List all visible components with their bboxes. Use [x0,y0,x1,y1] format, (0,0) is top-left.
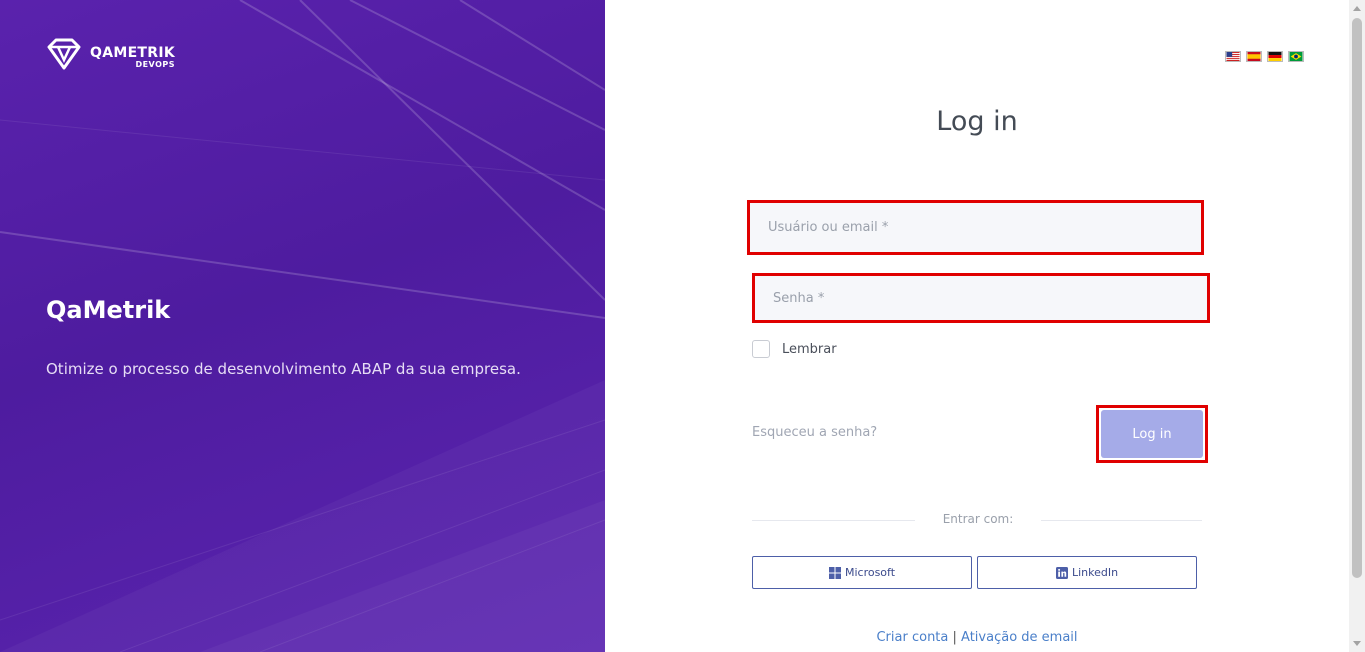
divider-line-left [752,520,915,521]
flag-br-icon[interactable] [1288,51,1304,62]
linkedin-login-button[interactable]: LinkedIn [977,556,1197,589]
forgot-password-link[interactable]: Esqueceu a senha? [752,425,877,440]
password-input[interactable] [755,276,1207,320]
microsoft-label: Microsoft [844,566,896,579]
login-button-wrapper: Log in [1096,405,1208,463]
language-selector [1225,51,1304,62]
background-lines-decoration [0,0,605,652]
username-field-wrapper [747,200,1204,255]
qametrik-logo: QAMETRIK DEVOPS [46,38,175,70]
linkedin-label: LinkedIn [1071,566,1119,579]
logo-subtitle: DEVOPS [135,60,176,69]
username-input[interactable] [750,203,1201,252]
social-divider-label: Entrar com: [942,512,1014,526]
linkedin-icon [1055,566,1068,579]
flag-es-icon[interactable] [1246,51,1262,62]
scroll-thumb[interactable] [1352,18,1362,578]
divider-line-right [1041,520,1202,521]
footer-separator: | [952,630,957,645]
logo-name: QAMETRIK [90,45,176,61]
password-field-wrapper [752,273,1210,323]
flag-de-icon[interactable] [1267,51,1283,62]
page-scrollbar[interactable] [1349,0,1365,652]
scroll-down-arrow-icon[interactable] [1353,641,1361,646]
microsoft-login-button[interactable]: Microsoft [752,556,972,589]
brand-title: QaMetrik [46,296,171,324]
remember-me: Lembrar [752,340,837,358]
create-account-link[interactable]: Criar conta [876,630,948,645]
page-title: Log in [936,106,1018,137]
remember-checkbox[interactable] [752,340,770,358]
scroll-up-arrow-icon[interactable] [1353,6,1361,11]
flag-us-icon[interactable] [1225,51,1241,62]
brand-tagline: Otimize o processo de desenvolvimento AB… [46,360,521,378]
login-panel: Log in Lembrar Esqueceu a senha? Log in … [605,0,1349,652]
footer-links: Criar conta | Ativação de email [605,630,1349,645]
login-button[interactable]: Log in [1101,410,1203,458]
diamond-logo-icon [47,38,81,70]
brand-panel: QAMETRIK DEVOPS QaMetrik Otimize o proce… [0,0,605,652]
email-activation-link[interactable]: Ativação de email [961,630,1077,645]
microsoft-icon [828,566,841,579]
remember-label: Lembrar [782,341,837,357]
